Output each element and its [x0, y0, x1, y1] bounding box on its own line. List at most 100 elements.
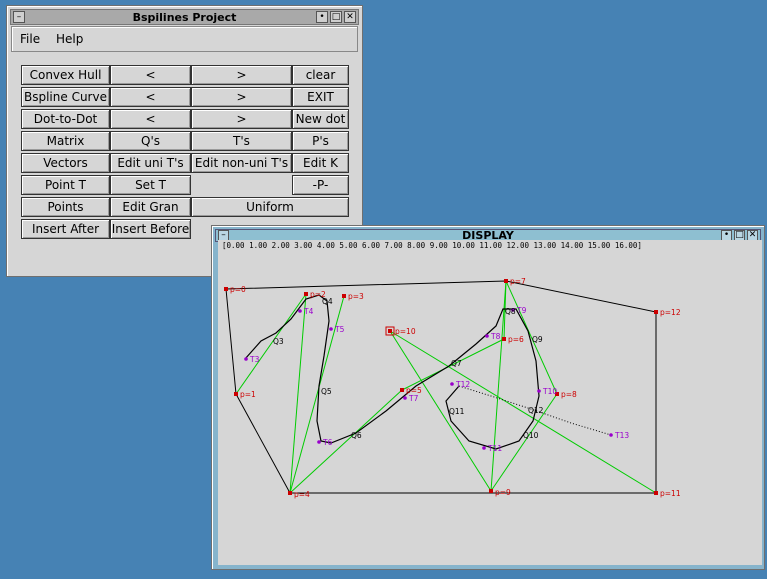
control-point-label-12: p=12	[660, 308, 681, 317]
knot-marker-1	[298, 309, 302, 313]
convex-hull-line	[225, 280, 657, 494]
knot-marker-2	[329, 327, 333, 331]
control-point-label-3: p=3	[348, 292, 364, 301]
edit-gran-button[interactable]: Edit Gran	[110, 197, 191, 217]
empty-slot	[191, 175, 292, 195]
points-button[interactable]: Points	[21, 197, 110, 217]
knot-marker-10	[609, 433, 613, 437]
insert-before-button[interactable]: Insert Before	[110, 219, 191, 239]
knot-marker-8	[482, 446, 486, 450]
knot-marker-5	[485, 334, 489, 338]
control-point-1	[234, 392, 238, 396]
control-point-label-10: p=10	[395, 327, 416, 336]
close-icon[interactable]: ✕	[344, 11, 356, 23]
p-minus-button[interactable]: -P-	[292, 175, 349, 195]
knot-marker-4	[403, 396, 407, 400]
q-label-5: Q8	[505, 307, 516, 316]
control-point-12	[654, 310, 658, 314]
knot-label-7: T10	[542, 387, 557, 396]
knot-label-3: T6	[322, 438, 333, 447]
bspline-next-button[interactable]: >	[191, 87, 292, 107]
control-point-9	[489, 489, 493, 493]
knot-label-1: T4	[303, 307, 314, 316]
control-point-label-7: p=7	[510, 277, 526, 286]
edit-non-uni-ts-button[interactable]: Edit non-uni T's	[191, 153, 292, 173]
dot-next-button[interactable]: >	[191, 109, 292, 129]
segment-line-6	[490, 280, 507, 492]
insert-after-button[interactable]: Insert After	[21, 219, 110, 239]
control-point-3	[342, 294, 346, 298]
control-point-7	[504, 279, 508, 283]
q-label-6: Q9	[532, 335, 543, 344]
q-label-9: Q12	[528, 406, 544, 415]
control-point-2	[304, 292, 308, 296]
exit-button[interactable]: EXIT	[292, 87, 349, 107]
segment-line-3	[289, 389, 403, 494]
knot-marker-3	[317, 440, 321, 444]
knot-marker-7	[537, 389, 541, 393]
knot-label-10: T13	[614, 431, 629, 440]
uniform-button[interactable]: Uniform	[191, 197, 349, 217]
bspline-curve-button[interactable]: Bspline Curve	[21, 87, 110, 107]
main-window-title: Bspilines Project	[132, 11, 237, 24]
maximize-icon[interactable]: □	[330, 11, 342, 23]
q-label-7: Q10	[523, 431, 539, 440]
knot-label-9: T12	[455, 380, 470, 389]
segment-line-9	[389, 330, 492, 492]
bspline-plot[interactable]: p=0p=1p=2 p=3p=4p=5p=6p=7p=8p=9p=10p=11p=…	[218, 240, 762, 565]
dot-to-dot-button[interactable]: Dot-to-Dot	[21, 109, 110, 129]
matrix-button[interactable]: Matrix	[21, 131, 110, 151]
main-title-bar[interactable]: – Bspilines Project • □ ✕	[10, 9, 359, 25]
control-point-label-4: p=4	[294, 490, 310, 499]
q-label-4: Q7	[451, 359, 462, 368]
minimize-icon[interactable]: •	[316, 11, 328, 23]
menu-bar: File Help	[11, 26, 358, 52]
display-window: – DISPLAY • □ ✕ [0.00 1.00 2.00 3.00 4.0…	[211, 225, 765, 570]
qs-button[interactable]: Q's	[110, 131, 191, 151]
control-point-label-9: p=9	[495, 488, 511, 497]
display-canvas[interactable]: [0.00 1.00 2.00 3.00 4.00 5.00 6.00 7.00…	[218, 240, 762, 565]
menu-file[interactable]: File	[20, 32, 40, 46]
control-point-5	[400, 388, 404, 392]
segment-line-8	[490, 393, 558, 492]
segment-line-10	[389, 330, 657, 494]
control-point-label-6: p=6	[508, 335, 524, 344]
clear-button[interactable]: clear	[292, 65, 349, 85]
control-point-10	[388, 329, 392, 333]
point-t-button[interactable]: Point T	[21, 175, 110, 195]
knot-marker-9	[450, 382, 454, 386]
new-dot-button[interactable]: New dot	[292, 109, 349, 129]
vectors-button[interactable]: Vectors	[21, 153, 110, 173]
ts-button[interactable]: T's	[191, 131, 292, 151]
control-point-6	[502, 337, 506, 341]
edit-k-button[interactable]: Edit K	[292, 153, 349, 173]
segment-line-0	[235, 293, 307, 395]
knot-label-5: T8	[490, 332, 501, 341]
q-label-3: Q6	[351, 431, 362, 440]
convex-hull-next-button[interactable]: >	[191, 65, 292, 85]
control-point-label-0: p=0	[230, 285, 246, 294]
knot-label-2: T5	[334, 325, 345, 334]
set-t-button[interactable]: Set T	[110, 175, 191, 195]
control-point-label-11: p=11	[660, 489, 681, 498]
dot-prev-button[interactable]: <	[110, 109, 191, 129]
knot-label-8: T11	[487, 444, 502, 453]
edit-uni-ts-button[interactable]: Edit uni T's	[110, 153, 191, 173]
control-point-label-8: p=8	[561, 390, 577, 399]
ps-button[interactable]: P's	[292, 131, 349, 151]
q-label-2: Q5	[321, 387, 332, 396]
convex-hull-button[interactable]: Convex Hull	[21, 65, 110, 85]
control-point-label-1: p=1	[240, 390, 256, 399]
menu-help[interactable]: Help	[56, 32, 83, 46]
bspline-prev-button[interactable]: <	[110, 87, 191, 107]
q-label-8: Q11	[449, 407, 465, 416]
knot-label-4: T7	[408, 394, 419, 403]
q-label-1: Q4	[322, 297, 333, 306]
convex-hull-prev-button[interactable]: <	[110, 65, 191, 85]
knot-label-6: T9	[516, 306, 527, 315]
q-label-0: Q3	[273, 337, 284, 346]
control-point-0	[224, 287, 228, 291]
knot-marker-0	[244, 357, 248, 361]
knot-label-0: T3	[249, 355, 260, 364]
control-point-4	[288, 491, 292, 495]
